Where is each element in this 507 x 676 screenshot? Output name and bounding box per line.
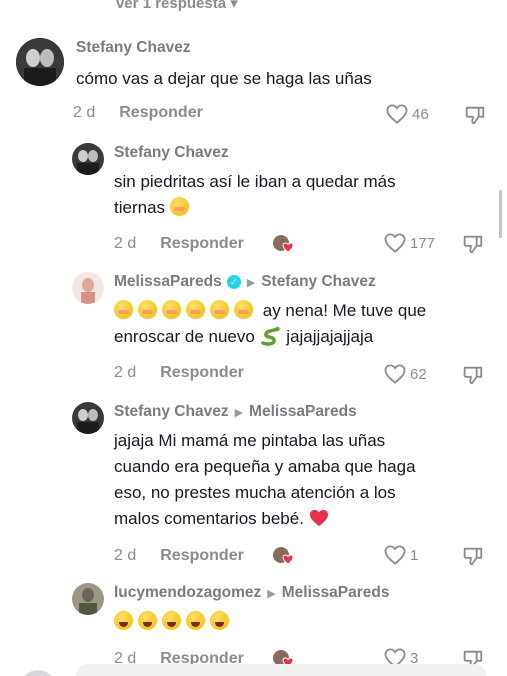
heart-outline-icon <box>384 545 406 565</box>
comment-actions: 2 d Responder <box>114 233 296 255</box>
like-count: 46 <box>412 105 429 123</box>
creator-liked-icon <box>272 545 296 567</box>
comment-text-line: ay nena! Me tuve que <box>114 298 426 324</box>
avatar[interactable] <box>16 38 64 86</box>
heart-outline-icon <box>384 364 406 384</box>
reply-to-name[interactable]: MelissaPareds <box>249 403 357 421</box>
add-comment-input[interactable] <box>76 664 486 676</box>
avatar-photo-icon <box>72 143 104 175</box>
dislike-icon[interactable] <box>462 545 484 567</box>
scrollbar-thumb[interactable] <box>499 190 502 238</box>
comment-text-line: malos comentarios bebé. <box>114 506 416 532</box>
author-name[interactable]: Stefany Chavez <box>114 403 229 421</box>
reply-comment: MelissaPareds ✓ ▶ Stefany Chavez ay nena… <box>72 272 426 350</box>
comment-actions: 2 d Responder <box>73 104 203 122</box>
comment-body: Stefany Chavez ▶ MelissaPareds jajaja Mi… <box>114 402 416 532</box>
like-button[interactable]: 1 <box>384 545 418 565</box>
comment: Stefany Chavez cómo vas a dejar que se h… <box>16 38 372 92</box>
comment-time: 2 d <box>114 364 137 381</box>
reply-arrow-icon: ▶ <box>246 276 256 289</box>
avatar[interactable] <box>72 583 104 615</box>
reply-comment: Stefany Chavez sin piedritas así le iban… <box>72 143 396 221</box>
reply-button[interactable]: Responder <box>160 364 244 382</box>
avatar-photo-icon <box>72 402 104 434</box>
comment-text-line: enroscar de nuevo jajajjajajjaja <box>114 326 374 346</box>
avatar[interactable] <box>72 143 104 175</box>
comment-body: MelissaPareds ✓ ▶ Stefany Chavez ay nena… <box>114 272 426 350</box>
comment-time: 2 d <box>114 235 137 252</box>
reply-to-name[interactable]: MelissaPareds <box>282 584 390 602</box>
verified-badge-icon: ✓ <box>226 275 241 289</box>
tears-of-joy-emoji-icon <box>138 611 157 630</box>
tears-of-joy-emoji-icon <box>210 611 229 630</box>
comment-body: Stefany Chavez sin piedritas así le iban… <box>114 143 396 221</box>
comment-text-line: jajaja Mi mamá me pintaba las uñas <box>114 431 386 450</box>
dislike-icon[interactable] <box>464 104 486 126</box>
comment-text: ay nena! Me tuve que enroscar de nuevo j… <box>114 298 426 350</box>
reply-arrow-icon: ▶ <box>234 406 244 419</box>
pleading-face-emoji-icon <box>234 300 253 319</box>
reply-comment: lucymendozagomez ▶ MelissaPareds <box>72 583 389 635</box>
avatar-photo-icon <box>72 272 104 304</box>
comment-author[interactable]: Stefany Chavez <box>114 143 396 163</box>
comment-body: Stefany Chavez cómo vas a dejar que se h… <box>76 38 372 92</box>
reply-comment: Stefany Chavez ▶ MelissaPareds jajaja Mi… <box>72 402 416 532</box>
comment-text: jajaja Mi mamá me pintaba las uñas cuand… <box>114 428 416 532</box>
heart-outline-icon <box>384 233 406 253</box>
pleading-face-emoji-icon <box>138 300 157 319</box>
comment-text: sin piedritas así le iban a quedar más t… <box>114 169 396 221</box>
heart-outline-icon <box>386 104 408 124</box>
like-count: 62 <box>410 365 427 383</box>
avatar-photo-icon <box>72 583 104 615</box>
avatar[interactable] <box>72 272 104 304</box>
like-count: 1 <box>410 546 419 564</box>
red-heart-emoji-icon <box>309 509 328 527</box>
pleading-face-emoji-icon <box>210 300 229 319</box>
comment-text-line: cuando era pequeña y amaba que haga <box>114 457 416 476</box>
pleading-face-emoji-icon <box>114 300 133 319</box>
comment-text-line: tiernas <box>114 195 396 221</box>
like-button[interactable]: 177 <box>384 233 435 253</box>
dislike-icon[interactable] <box>462 233 484 255</box>
comment-time: 2 d <box>114 547 137 564</box>
comment-author: lucymendozagomez ▶ MelissaPareds <box>114 583 389 603</box>
tears-of-joy-emoji-icon <box>114 611 133 630</box>
comment-actions: 2 d Responder <box>114 364 244 382</box>
smiling-hearts-emoji-icon <box>169 197 189 216</box>
comment-time: 2 d <box>73 104 96 121</box>
comment-author: Stefany Chavez ▶ MelissaPareds <box>114 402 416 422</box>
comment-text-line: eso, no prestes mucha atención a los <box>114 483 396 502</box>
comment-text: cómo vas a dejar que se haga las uñas <box>76 69 372 88</box>
author-name[interactable]: lucymendozagomez <box>114 584 261 602</box>
reply-to-name[interactable]: Stefany Chavez <box>261 273 376 291</box>
comment-text-line: sin piedritas así le iban a quedar más <box>114 172 396 191</box>
like-count: 177 <box>410 234 436 252</box>
avatar-photo-icon <box>16 38 64 86</box>
comment-author: MelissaPareds ✓ ▶ Stefany Chavez <box>114 272 426 292</box>
my-avatar <box>20 670 56 676</box>
reply-button[interactable]: Responder <box>160 547 244 565</box>
view-replies-link[interactable]: ver 1 respuesta ▾ <box>116 0 238 12</box>
comment-actions: 2 d Responder <box>114 545 296 567</box>
reply-arrow-icon: ▶ <box>267 587 276 600</box>
snake-emoji-icon <box>260 326 280 346</box>
dislike-icon[interactable] <box>462 364 484 386</box>
comment-body: lucymendozagomez ▶ MelissaPareds <box>114 583 389 635</box>
pleading-face-emoji-icon <box>162 300 181 319</box>
tears-of-joy-emoji-icon <box>162 611 181 630</box>
comment-author[interactable]: Stefany Chavez <box>76 38 372 58</box>
author-name[interactable]: MelissaPareds <box>114 273 222 291</box>
pleading-face-emoji-icon <box>186 300 205 319</box>
like-button[interactable]: 62 <box>384 364 427 384</box>
tears-of-joy-emoji-icon <box>186 611 205 630</box>
comment-text <box>114 609 389 635</box>
avatar[interactable] <box>72 402 104 434</box>
reply-button[interactable]: Responder <box>160 235 244 253</box>
reply-button[interactable]: Responder <box>119 104 203 122</box>
like-button[interactable]: 46 <box>386 104 429 124</box>
creator-liked-icon <box>272 233 296 255</box>
